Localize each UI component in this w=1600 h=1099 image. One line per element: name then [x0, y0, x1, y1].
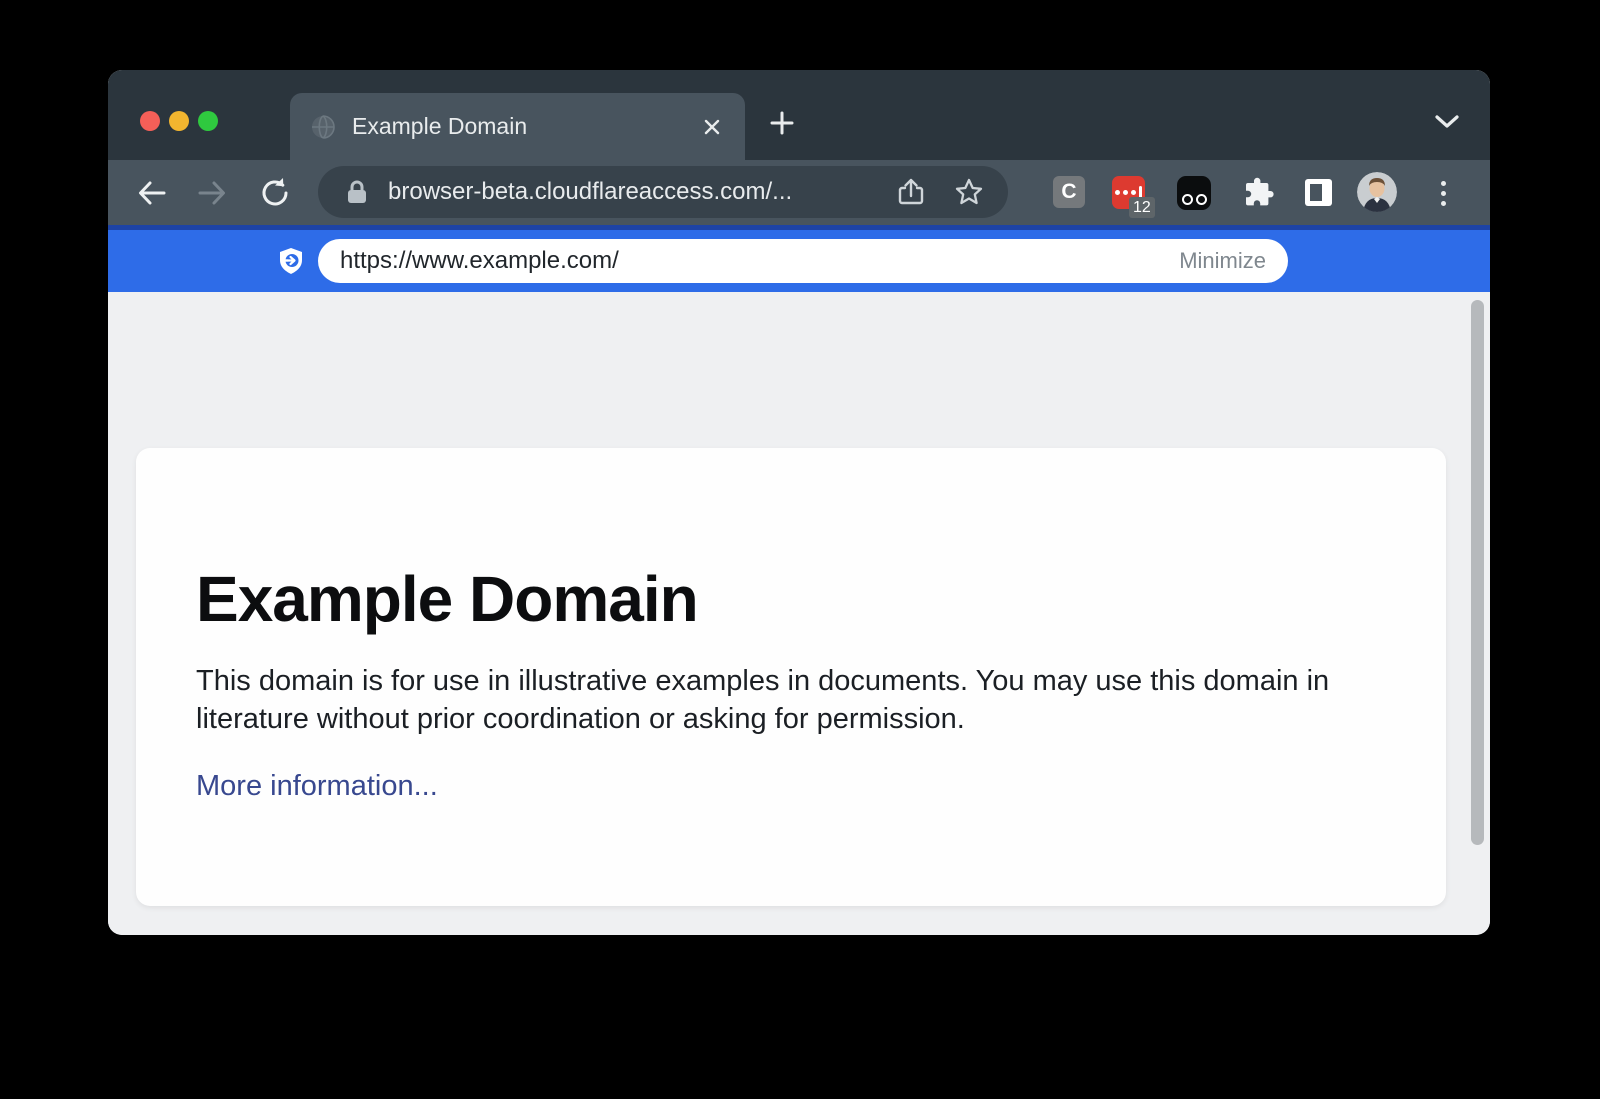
tab-strip: Example Domain: [108, 70, 1490, 160]
extension-black-eyes-icon[interactable]: [1177, 176, 1211, 210]
avatar[interactable]: [1357, 172, 1397, 212]
new-tab-icon[interactable]: [767, 108, 797, 138]
content-card: Example Domain This domain is for use in…: [136, 448, 1446, 906]
chevron-down-icon[interactable]: [1434, 114, 1460, 130]
side-panel-icon[interactable]: [1305, 179, 1332, 206]
isolation-url-text[interactable]: https://www.example.com/: [340, 247, 1179, 275]
forward-icon[interactable]: [196, 177, 228, 209]
page-viewport: Example Domain This domain is for use in…: [108, 292, 1490, 935]
address-bar[interactable]: browser-beta.cloudflareaccess.com/...: [318, 166, 1008, 218]
lock-icon[interactable]: [346, 179, 368, 205]
page-title: Example Domain: [196, 564, 1386, 634]
reload-icon[interactable]: [259, 177, 291, 209]
address-url-text[interactable]: browser-beta.cloudflareaccess.com/...: [388, 178, 896, 206]
share-icon[interactable]: [896, 177, 926, 207]
globe-favicon-icon: [310, 114, 336, 140]
isolation-bar: https://www.example.com/ Minimize: [108, 225, 1490, 292]
puzzle-extensions-icon[interactable]: [1241, 176, 1275, 210]
tab-close-icon[interactable]: [699, 114, 725, 140]
browser-toolbar: browser-beta.cloudflareaccess.com/... C …: [108, 160, 1490, 225]
kebab-menu-icon[interactable]: [1438, 177, 1448, 209]
more-information-link[interactable]: More information...: [196, 770, 438, 803]
close-window-button[interactable]: [140, 111, 160, 131]
zoom-window-button[interactable]: [198, 111, 218, 131]
browser-window: Example Domain browser-beta.clo: [108, 70, 1490, 935]
extension-badge: 12: [1129, 197, 1155, 218]
isolation-url-bar[interactable]: https://www.example.com/ Minimize: [318, 239, 1288, 283]
minimize-window-button[interactable]: [169, 111, 189, 131]
minimize-button[interactable]: Minimize: [1179, 248, 1266, 274]
tab-title: Example Domain: [352, 113, 699, 140]
scrollbar-thumb[interactable]: [1471, 300, 1484, 845]
page-paragraph: This domain is for use in illustrative e…: [196, 662, 1351, 738]
bookmark-star-icon[interactable]: [954, 177, 984, 207]
back-icon[interactable]: [136, 177, 168, 209]
shield-arrow-icon: [276, 246, 306, 276]
tab-example-domain[interactable]: Example Domain: [290, 93, 745, 160]
extension-c-icon[interactable]: C: [1053, 176, 1085, 208]
